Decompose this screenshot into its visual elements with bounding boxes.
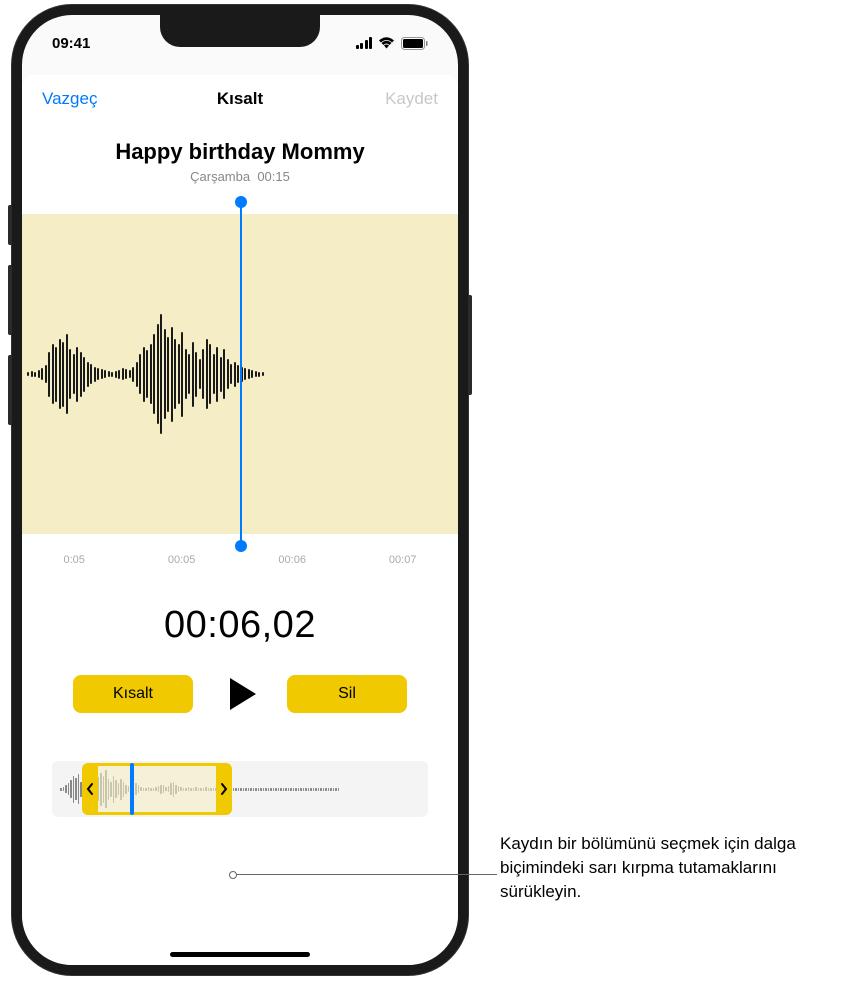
- nav-title: Kısalt: [217, 89, 263, 109]
- time-display: 00:06,02: [22, 574, 458, 672]
- waveform-view[interactable]: [22, 214, 458, 534]
- status-indicators: [356, 37, 429, 50]
- recording-day: Çarşamba: [190, 169, 250, 184]
- trim-handle-left[interactable]: [82, 766, 98, 812]
- cancel-button[interactable]: Vazgeç: [42, 89, 97, 109]
- trim-handle-right[interactable]: [216, 766, 232, 812]
- volume-down-button: [8, 355, 12, 425]
- recording-header: Happy birthday Mommy Çarşamba 00:15: [22, 119, 458, 194]
- controls: Kısalt Sil: [22, 672, 458, 716]
- status-time: 09:41: [52, 35, 90, 52]
- trim-button[interactable]: Kısalt: [73, 675, 193, 713]
- ruler-tick: 0:05: [63, 554, 84, 566]
- cellular-icon: [356, 37, 373, 49]
- chevron-left-icon: [86, 782, 94, 796]
- screen: 09:41 Vazgeç Kısalt Kaydet: [22, 15, 458, 965]
- trim-playhead[interactable]: [130, 763, 134, 815]
- nav-bar: Vazgeç Kısalt Kaydet: [22, 75, 458, 119]
- notch: [160, 15, 320, 47]
- callout-line: [232, 874, 497, 875]
- ruler-tick: 00:06: [278, 554, 306, 566]
- home-indicator[interactable]: [170, 952, 310, 957]
- play-icon: [230, 678, 256, 710]
- battery-icon: [401, 37, 428, 50]
- chevron-right-icon: [220, 782, 228, 796]
- mute-switch: [8, 205, 12, 245]
- trim-sheet: Vazgeç Kısalt Kaydet Happy birthday Momm…: [22, 75, 458, 965]
- phone-frame: 09:41 Vazgeç Kısalt Kaydet: [12, 5, 468, 975]
- trim-overview[interactable]: [52, 761, 428, 817]
- volume-up-button: [8, 265, 12, 335]
- callout-text: Kaydın bir bölümünü seçmek için dalga bi…: [500, 832, 830, 903]
- play-button[interactable]: [218, 672, 262, 716]
- wifi-icon: [378, 37, 395, 49]
- ruler-tick: 00:05: [168, 554, 196, 566]
- recording-duration: 00:15: [257, 169, 290, 184]
- trim-selection[interactable]: [82, 763, 232, 815]
- recording-title: Happy birthday Mommy: [42, 139, 438, 165]
- ruler-tick: 00:07: [389, 554, 417, 566]
- recording-meta: Çarşamba 00:15: [42, 169, 438, 184]
- save-button[interactable]: Kaydet: [385, 89, 438, 109]
- delete-button[interactable]: Sil: [287, 675, 407, 713]
- power-button: [468, 295, 472, 395]
- playhead[interactable]: [240, 202, 242, 546]
